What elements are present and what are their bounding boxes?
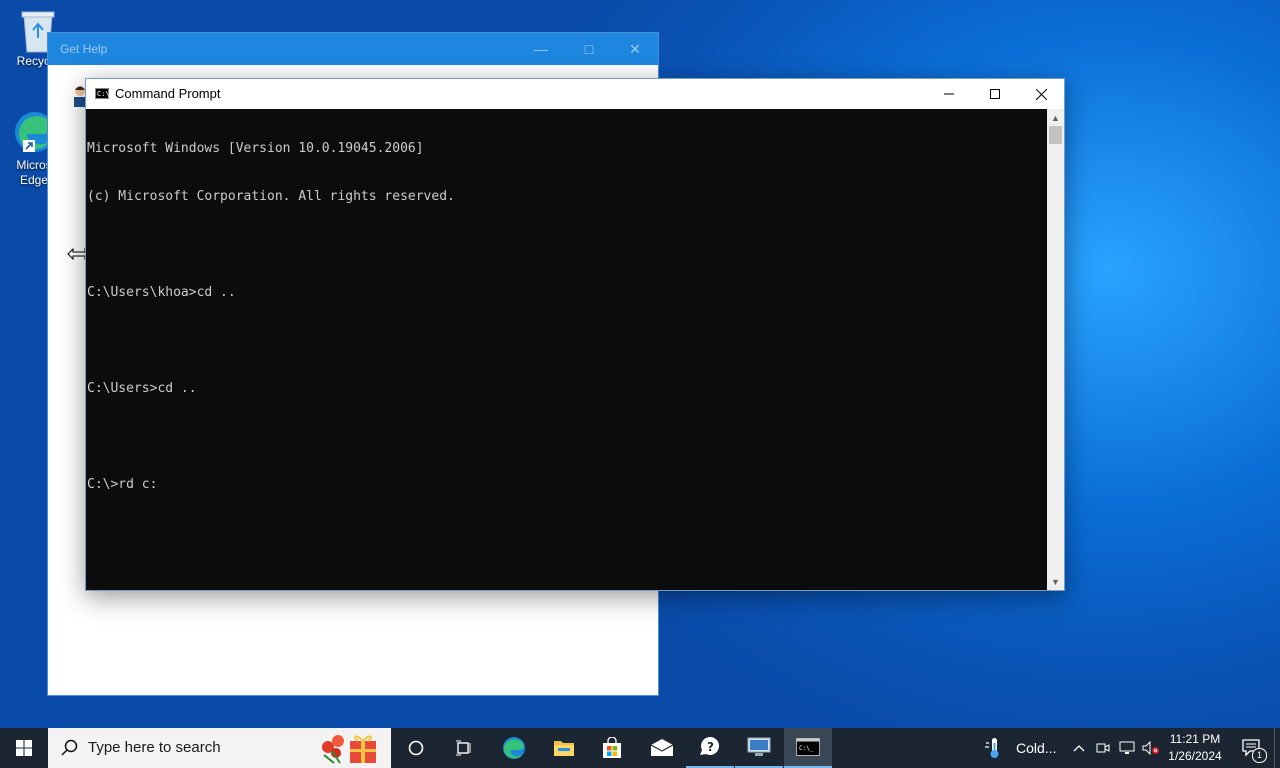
vertical-scrollbar[interactable]: ▲ ▼	[1047, 109, 1064, 590]
scroll-down-arrow-icon[interactable]: ▼	[1047, 573, 1064, 590]
taskbar-search-box[interactable]: Type here to search	[48, 728, 391, 768]
get-help-minimize-button[interactable]: —	[518, 33, 564, 65]
cmd-title: Command Prompt	[115, 86, 221, 101]
clock-date: 1/26/2024	[1168, 749, 1222, 763]
network-icon	[1119, 741, 1135, 754]
tray-meet-now-button[interactable]	[1092, 728, 1114, 768]
scrollbar-thumb[interactable]	[1049, 126, 1062, 144]
taskbar-store-button[interactable]	[588, 728, 636, 768]
chevron-up-icon	[1073, 745, 1085, 752]
remote-desktop-icon	[747, 737, 771, 756]
task-view-button[interactable]	[440, 728, 488, 768]
action-center-button[interactable]: 1	[1234, 728, 1270, 768]
command-prompt-window[interactable]: C:\ Command Prompt Microsoft Windows [Ve…	[85, 78, 1065, 591]
console-line: C:\>rd c:	[87, 477, 158, 492]
start-button[interactable]	[0, 728, 48, 768]
cmd-close-button[interactable]	[1018, 79, 1064, 109]
console-line: C:\Users>cd ..	[87, 381, 197, 396]
cmd-maximize-button[interactable]	[972, 79, 1018, 109]
command-prompt-icon: C:\_	[796, 738, 820, 756]
volume-muted-icon	[1142, 741, 1159, 755]
task-view-icon	[456, 740, 471, 756]
taskbar-remote-desktop-button[interactable]	[735, 728, 783, 768]
mail-icon	[650, 739, 674, 756]
weather-widget[interactable]: Cold...	[984, 728, 1062, 768]
minimize-icon	[944, 93, 954, 95]
console-line: (c) Microsoft Corporation. All rights re…	[87, 189, 455, 204]
tray-network-button[interactable]	[1116, 728, 1138, 768]
thermometer-icon	[985, 738, 999, 758]
svg-text:?: ?	[707, 740, 714, 754]
get-help-icon: ?	[700, 736, 720, 755]
svg-text:C:\_: C:\_	[799, 745, 814, 752]
tray-volume-button[interactable]	[1140, 728, 1162, 768]
show-hidden-icons-button[interactable]	[1068, 728, 1090, 768]
get-help-close-button[interactable]: ✕	[612, 33, 658, 65]
folder-icon	[554, 741, 574, 756]
search-placeholder: Type here to search	[88, 739, 221, 756]
taskbar-command-prompt-button[interactable]: C:\_	[784, 728, 832, 768]
clock-time: 11:21 PM	[1169, 732, 1221, 746]
get-help-maximize-button[interactable]: □	[566, 33, 612, 65]
edge-icon	[503, 737, 525, 759]
get-help-title: Get Help	[60, 42, 108, 56]
taskbar: Type here to search ? C:\_ Cold... 11:21…	[0, 728, 1280, 768]
console-line: C:\Users\khoa>cd ..	[87, 285, 236, 300]
meet-now-icon	[1096, 743, 1110, 753]
notification-count-badge: 1	[1252, 748, 1267, 763]
taskbar-edge-button[interactable]	[490, 728, 538, 768]
console-output[interactable]: Microsoft Windows [Version 10.0.19045.20…	[86, 109, 1047, 590]
console-line: Microsoft Windows [Version 10.0.19045.20…	[87, 141, 424, 156]
weather-text: Cold...	[1016, 740, 1057, 756]
cortana-circle-icon	[408, 740, 424, 756]
close-icon	[1035, 88, 1047, 100]
tray-clock[interactable]: 11:21 PM 1/26/2024	[1164, 728, 1226, 768]
store-bag-icon	[603, 737, 621, 758]
show-desktop-button[interactable]	[1274, 728, 1280, 768]
taskbar-mail-button[interactable]	[638, 728, 686, 768]
cmd-titlebar[interactable]: C:\ Command Prompt	[86, 79, 1064, 109]
taskbar-file-explorer-button[interactable]	[540, 728, 588, 768]
cmd-minimize-button[interactable]	[926, 79, 972, 109]
get-help-titlebar[interactable]: Get Help — □ ✕	[48, 33, 658, 65]
maximize-icon	[990, 89, 1000, 99]
taskbar-get-help-button[interactable]: ?	[686, 728, 734, 768]
search-icon	[61, 739, 78, 756]
cortana-button[interactable]	[392, 728, 440, 768]
windows-logo-icon	[16, 740, 32, 756]
cmd-app-icon: C:\	[95, 88, 110, 99]
gift-flowers-icon	[322, 735, 376, 764]
scroll-up-arrow-icon[interactable]: ▲	[1047, 109, 1064, 126]
